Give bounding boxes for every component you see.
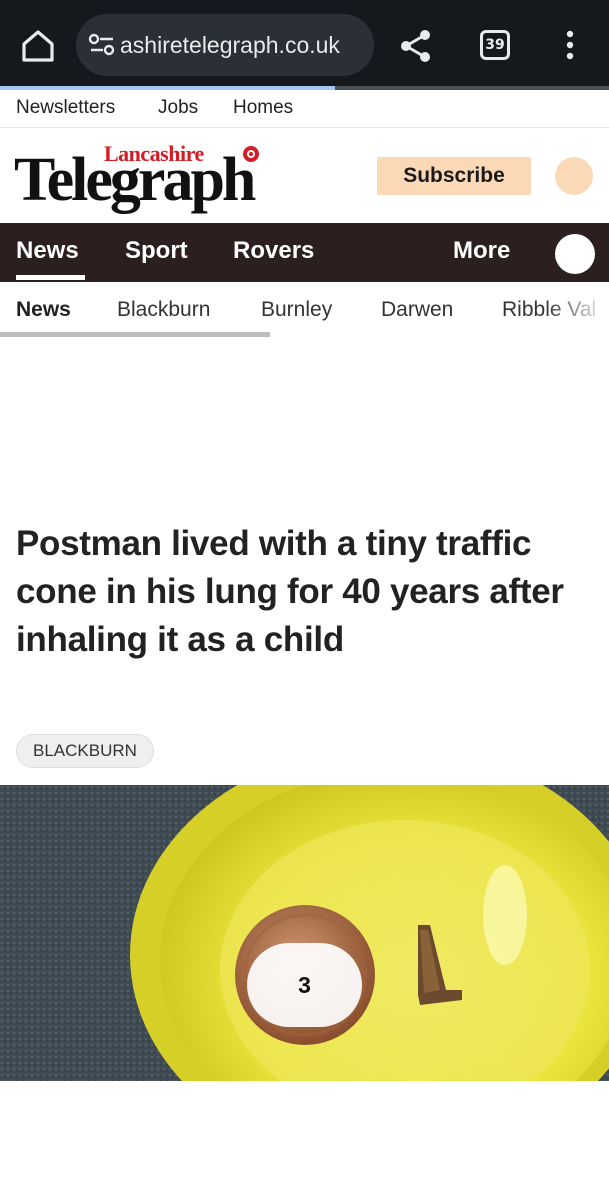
nav-active-indicator	[16, 275, 85, 280]
subscribe-button[interactable]: Subscribe	[377, 157, 531, 195]
site-logo[interactable]: Telegraph Lancashire	[14, 141, 304, 213]
share-icon[interactable]	[396, 26, 436, 66]
subnav-news[interactable]: News	[16, 298, 71, 322]
more-vert-icon[interactable]	[560, 28, 580, 62]
nav-rovers[interactable]: Rovers	[233, 237, 314, 265]
address-bar[interactable]: ashiretelegraph.co.uk	[76, 14, 374, 76]
utility-links-bar: Newsletters Jobs Homes	[0, 90, 609, 128]
article-headline: Postman lived with a tiny traffic cone i…	[16, 524, 564, 659]
subnav-fade	[545, 282, 609, 332]
site-settings-icon[interactable]	[88, 33, 116, 57]
subnav-scrollbar[interactable]	[0, 332, 270, 337]
subnav-blackburn[interactable]: Blackburn	[117, 298, 210, 322]
homes-link[interactable]: Homes	[233, 97, 293, 119]
masthead: Telegraph Lancashire Subscribe	[0, 129, 609, 223]
hero-photo-illustration	[0, 785, 609, 1081]
subnav-darwen[interactable]: Darwen	[381, 298, 453, 322]
nav-more[interactable]: More	[453, 237, 510, 265]
section-subnav: News Blackburn Burnley Darwen Ribble Val	[0, 282, 609, 338]
account-avatar-button[interactable]	[555, 157, 593, 195]
tab-switcher-icon[interactable]: 39	[480, 30, 510, 60]
jobs-link[interactable]: Jobs	[158, 97, 198, 119]
nav-search-button[interactable]	[555, 234, 595, 274]
browser-toolbar: ashiretelegraph.co.uk 39	[0, 0, 609, 90]
article-hero-image[interactable]	[0, 785, 609, 1081]
url-text[interactable]: ashiretelegraph.co.uk	[120, 32, 340, 59]
red-rose-icon	[243, 146, 259, 162]
home-icon[interactable]	[18, 26, 58, 66]
newsletters-link[interactable]: Newsletters	[16, 97, 115, 119]
tab-count: 39	[485, 37, 505, 53]
subnav-burnley[interactable]: Burnley	[261, 298, 332, 322]
logo-top-text: Lancashire	[104, 141, 204, 166]
primary-nav: News Sport Rovers More	[0, 223, 609, 282]
nav-news[interactable]: News	[16, 237, 79, 265]
nav-sport[interactable]: Sport	[125, 237, 188, 265]
gallery-count-badge[interactable]: 3	[247, 943, 362, 1027]
article-tag[interactable]: BLACKBURN	[16, 734, 154, 768]
